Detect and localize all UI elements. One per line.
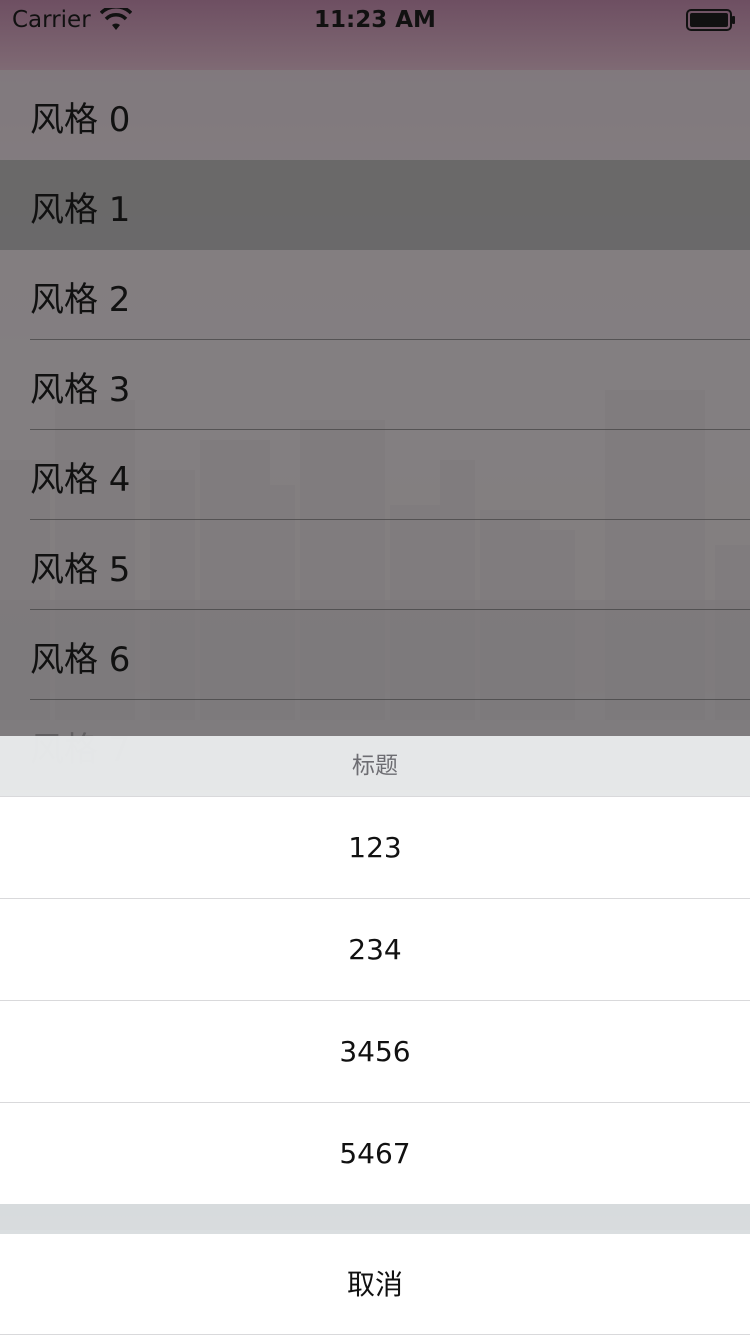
action-sheet-option-123[interactable]: 123 xyxy=(0,796,750,898)
list-item-label: 风格 1 xyxy=(30,190,131,230)
list-item-style-3[interactable]: 风格 3 xyxy=(0,340,750,430)
action-sheet-title: 标题 xyxy=(0,736,750,796)
list-item-label: 风格 3 xyxy=(30,370,131,410)
list-item-style-5[interactable]: 风格 5 xyxy=(0,520,750,610)
list-item-label: 风格 0 xyxy=(30,100,131,140)
action-sheet: 标题 123 234 3456 5467 取消 xyxy=(0,736,750,1335)
list-item-style-1[interactable]: 风格 1 xyxy=(0,160,750,250)
status-bar: Carrier 11:23 AM xyxy=(0,0,750,40)
action-sheet-option-234[interactable]: 234 xyxy=(0,898,750,1000)
list-item-label: 风格 6 xyxy=(30,640,131,680)
battery-full-icon xyxy=(686,9,736,31)
list-item-style-4[interactable]: 风格 4 xyxy=(0,430,750,520)
list-item-style-0[interactable]: 风格 0 xyxy=(0,70,750,160)
action-sheet-option-3456[interactable]: 3456 xyxy=(0,1000,750,1102)
list-item-label: 风格 4 xyxy=(30,460,131,500)
list-item-label: 风格 2 xyxy=(30,280,131,320)
cancel-button[interactable]: 取消 xyxy=(0,1234,750,1335)
style-list: 风格 0 风格 1 风格 2 风格 3 风格 4 风格 5 风格 6 风格 7 xyxy=(0,70,750,790)
status-time: 11:23 AM xyxy=(314,7,436,33)
list-item-style-2[interactable]: 风格 2 xyxy=(0,250,750,340)
action-sheet-separator xyxy=(0,1204,750,1234)
action-sheet-option-5467[interactable]: 5467 xyxy=(0,1102,750,1204)
list-item-label: 风格 5 xyxy=(30,550,131,590)
list-item-style-6[interactable]: 风格 6 xyxy=(0,610,750,700)
